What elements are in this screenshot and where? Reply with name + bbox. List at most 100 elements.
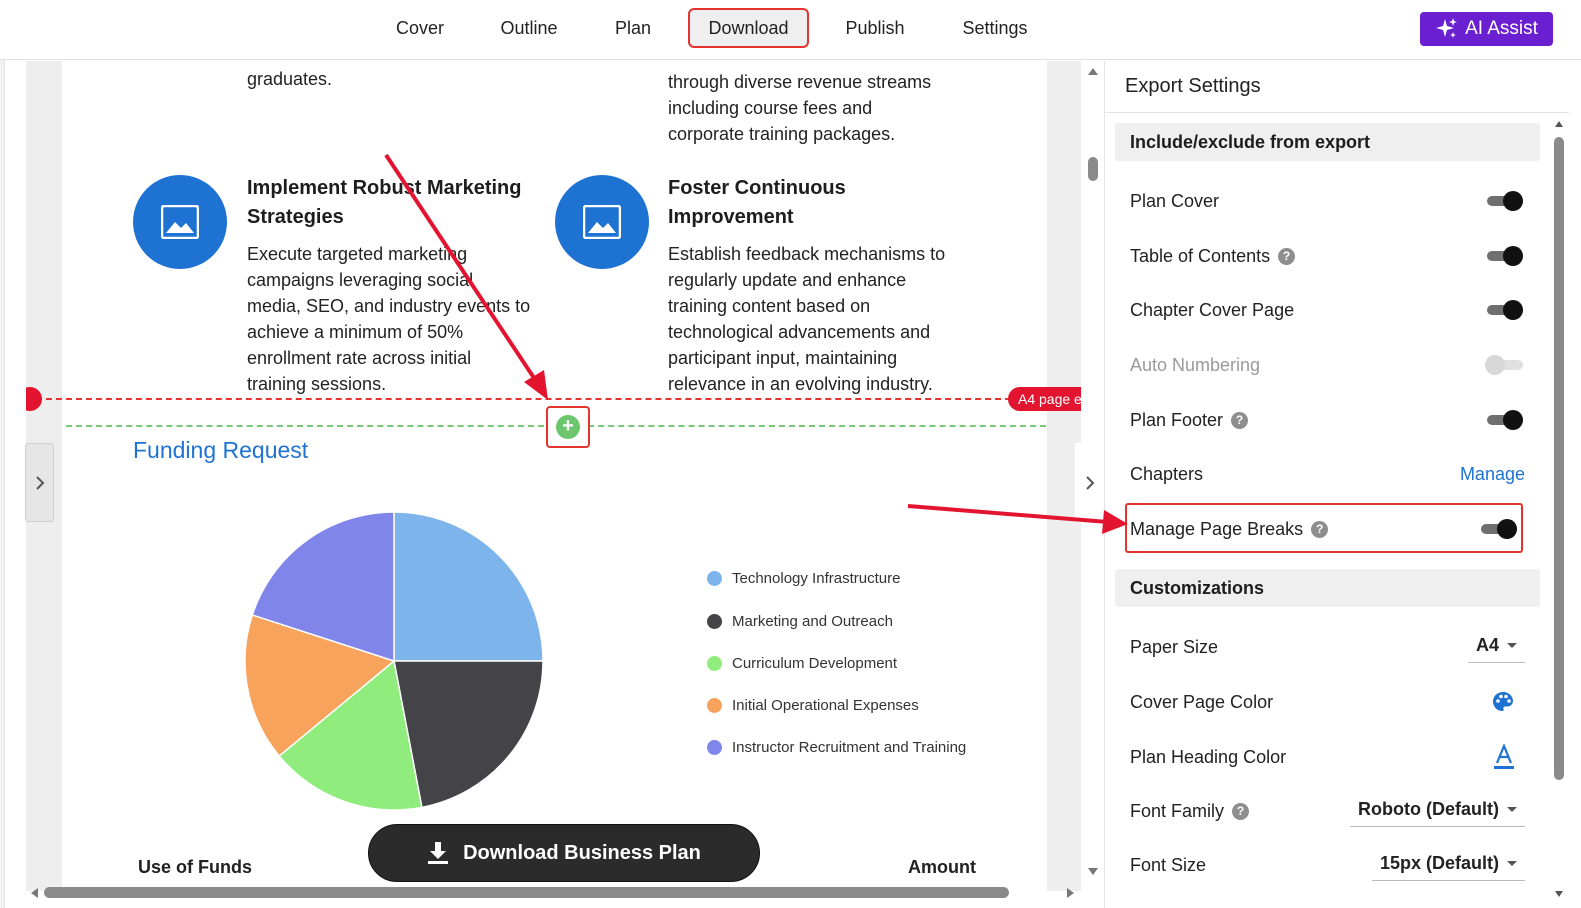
top-right-text: through diverse revenue streams includin…: [668, 69, 1008, 147]
page-break-tag: A4 page e: [1008, 387, 1081, 411]
add-page-break-button[interactable]: +: [546, 406, 590, 448]
chevron-down-icon: [1507, 643, 1517, 648]
toggle-row-plan-footer: Plan Footer?: [1130, 405, 1525, 435]
legend-swatch: [707, 739, 722, 755]
legend-label: Marketing and Outreach: [732, 612, 893, 630]
legend-label: Curriculum Development: [732, 654, 898, 672]
legend-item[interactable]: Marketing and Outreach: [707, 611, 893, 631]
help-icon[interactable]: ?: [1278, 247, 1296, 265]
legend-label: Technology Infrastructure: [732, 569, 901, 587]
toggle-label: Plan Footer: [1130, 409, 1224, 430]
canvas-horizontal-scroll-thumb[interactable]: [44, 887, 1009, 898]
palette-icon[interactable]: [1491, 690, 1515, 714]
font-size-label: Font Size: [1130, 854, 1207, 875]
chevron-right-icon: [1085, 475, 1094, 490]
toggle-label: Manage Page Breaks: [1130, 518, 1304, 539]
document-page: graduates. through diverse revenue strea…: [62, 61, 1047, 891]
toggle-label: Table of Contents: [1130, 245, 1271, 266]
select-value: 15px (Default): [1379, 853, 1499, 873]
tab-cover[interactable]: Cover: [384, 8, 456, 48]
export-settings-panel: Export Settings Include/exclude from exp…: [1104, 61, 1569, 908]
legend-swatch: [707, 697, 722, 713]
table-header-amount: Amount: [908, 857, 976, 877]
toggle-label: Chapter Cover Page: [1130, 299, 1295, 320]
plan-heading-color-label: Plan Heading Color: [1130, 746, 1287, 767]
paper-size-select[interactable]: A4: [1467, 631, 1525, 663]
scroll-down-icon[interactable]: [1087, 867, 1099, 877]
legend-label: Initial Operational Expenses: [732, 696, 919, 714]
plan-footer-toggle[interactable]: [1485, 408, 1525, 432]
legend-item[interactable]: Technology Infrastructure: [707, 568, 900, 588]
legend-item[interactable]: Curriculum Development: [707, 653, 897, 673]
font-size-select[interactable]: 15px (Default): [1371, 849, 1525, 881]
download-button-label: Download Business Plan: [463, 841, 701, 864]
chapter-cover-page-toggle[interactable]: [1485, 298, 1525, 322]
ai-assist-label: AI Assist: [1465, 18, 1538, 39]
text-line: achieve a minimum of 50%: [247, 322, 464, 342]
scroll-down-icon[interactable]: [1554, 889, 1564, 899]
download-business-plan-button[interactable]: Download Business Plan: [368, 824, 760, 882]
right-panel-collapse-handle[interactable]: [1075, 443, 1104, 522]
text-line: Establish feedback mechanisms to: [668, 244, 946, 264]
toggle-row-table-of-contents: Table of Contents?: [1130, 241, 1525, 271]
app-root: Cover Outline Plan Download Publish Sett…: [0, 0, 1581, 908]
plan-cover-toggle[interactable]: [1485, 189, 1525, 213]
scroll-left-icon[interactable]: [29, 887, 39, 899]
chevron-down-icon: [1507, 861, 1517, 866]
legend-item[interactable]: Initial Operational Expenses: [707, 695, 919, 715]
chevron-down-icon: [1507, 807, 1517, 812]
panel-vertical-scrollbar[interactable]: [1552, 119, 1566, 908]
left-edge-strip: [0, 0, 5, 908]
cover-page-color-row: Cover Page Color: [1130, 687, 1525, 717]
manage-chapters-link[interactable]: Manage: [1460, 464, 1525, 485]
text-line: Execute targeted marketing: [247, 244, 468, 264]
font-family-label: Font Family: [1130, 800, 1225, 821]
help-icon[interactable]: ?: [1232, 802, 1250, 820]
pie-slice[interactable]: [393, 511, 544, 662]
title-line: Improvement: [668, 206, 794, 228]
page-break-line: [26, 398, 1081, 400]
panel-scroll-thumb[interactable]: [1554, 137, 1564, 780]
legend-item[interactable]: Instructor Recruitment and Training: [707, 737, 966, 757]
toggle-row-plan-cover: Plan Cover: [1130, 186, 1525, 216]
plan-heading-color-row: Plan Heading Color: [1130, 742, 1525, 772]
toggle-row-auto-numbering: Auto Numbering: [1130, 350, 1525, 380]
section-title-funding: Funding Request: [133, 437, 309, 463]
card-2-body: Establish feedback mechanisms to regular…: [668, 241, 998, 397]
manage-page-breaks-toggle[interactable]: [1479, 517, 1519, 541]
tab-plan[interactable]: Plan: [603, 8, 663, 48]
help-icon[interactable]: ?: [1231, 411, 1249, 429]
title-line: Strategies: [247, 206, 344, 228]
ai-assist-button[interactable]: AI Assist: [1420, 12, 1553, 46]
funding-pie-chart: [244, 511, 544, 811]
table-of-contents-toggle[interactable]: [1485, 244, 1525, 268]
tab-download[interactable]: Download: [688, 8, 809, 48]
left-panel-expand-handle[interactable]: [25, 443, 54, 522]
cover-page-color-label: Cover Page Color: [1130, 691, 1274, 712]
tab-publish[interactable]: Publish: [836, 8, 914, 48]
font-family-select[interactable]: Roboto (Default): [1350, 795, 1525, 827]
title-line: Implement Robust Marketing: [247, 177, 522, 199]
text-color-icon[interactable]: [1493, 744, 1515, 770]
toggle-row-manage-page-breaks: Manage Page Breaks?: [1130, 514, 1525, 544]
scroll-right-icon[interactable]: [1066, 887, 1076, 899]
canvas-horizontal-scrollbar[interactable]: [26, 883, 1081, 903]
card-1-title: Implement Robust Marketing Strategies: [247, 174, 567, 232]
card-1-body: Execute targeted marketing campaigns lev…: [247, 241, 567, 397]
toggle-label: Plan Cover: [1130, 190, 1220, 211]
table-header-use-of-funds: Use of Funds: [138, 857, 253, 877]
scroll-up-icon[interactable]: [1087, 66, 1099, 76]
card-2-title: Foster Continuous Improvement: [668, 174, 988, 232]
document-canvas[interactable]: graduates. through diverse revenue strea…: [26, 61, 1081, 891]
page-break-handle[interactable]: [26, 387, 42, 411]
legend-swatch: [707, 655, 722, 671]
select-value: Roboto (Default): [1358, 799, 1499, 819]
tab-outline[interactable]: Outline: [490, 8, 568, 48]
canvas-vertical-scroll-thumb[interactable]: [1088, 157, 1098, 181]
text-line: media, SEO, and industry events to: [247, 296, 531, 316]
help-icon[interactable]: ?: [1311, 520, 1329, 538]
text-line: training sessions.: [247, 374, 387, 394]
tab-settings[interactable]: Settings: [952, 8, 1038, 48]
scroll-up-icon[interactable]: [1554, 119, 1564, 129]
text-line: enrollment rate across initial: [247, 348, 472, 368]
